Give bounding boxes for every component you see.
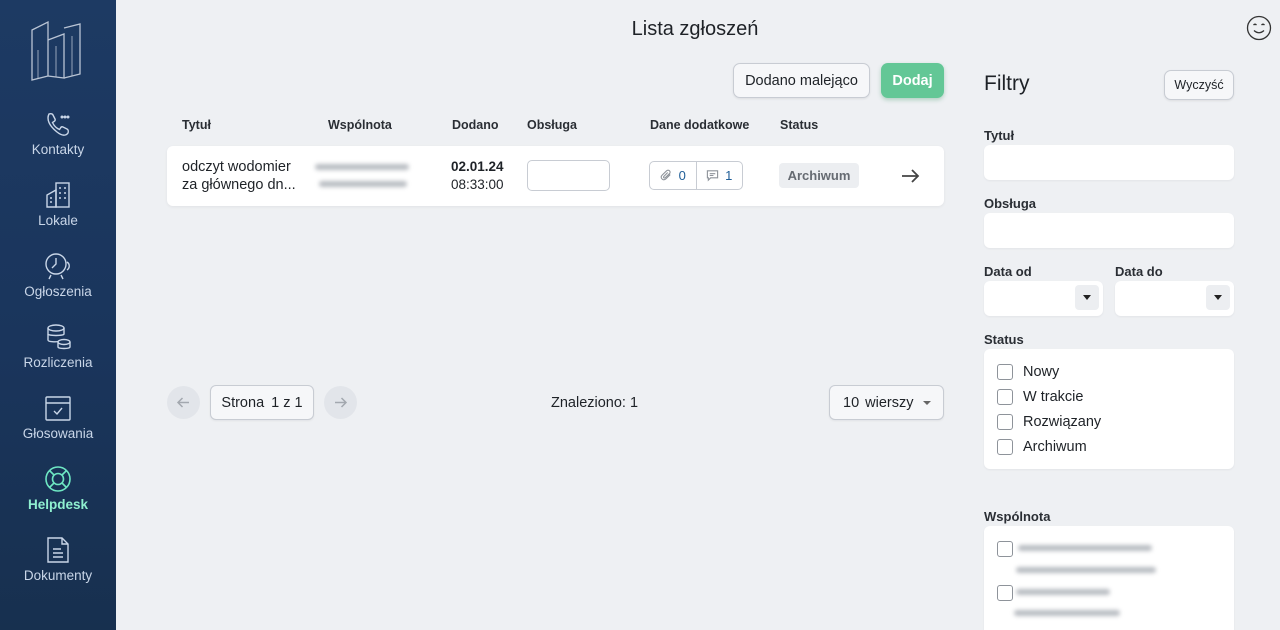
- filter-status-label: Status: [984, 332, 1024, 347]
- community-redacted: [1014, 610, 1120, 616]
- community-redacted: [319, 181, 407, 187]
- lifebuoy-icon: [45, 466, 71, 492]
- status-checkbox-w-trakcie[interactable]: W trakcie: [997, 389, 1083, 405]
- sidebar-item-label: Lokale: [38, 213, 78, 228]
- column-header-added[interactable]: Dodano: [452, 118, 499, 132]
- row-title-line1: odczyt wodomier: [182, 159, 291, 175]
- sort-button[interactable]: Dodano malejąco: [733, 63, 870, 98]
- clear-filters-button[interactable]: Wyczyść: [1164, 70, 1234, 100]
- date-to-dropdown[interactable]: [1206, 285, 1230, 310]
- results-count: Znaleziono: 1: [551, 395, 639, 411]
- sidebar-item-kontakty[interactable]: Kontakty: [0, 109, 116, 171]
- row-title-line2: za głównego dn...: [182, 177, 296, 193]
- chevron-down-icon: [923, 401, 931, 405]
- sidebar-item-label: Dokumenty: [23, 568, 93, 583]
- filter-date-from-input[interactable]: [984, 281, 1103, 316]
- filter-service-input[interactable]: [984, 213, 1234, 248]
- rows-per-page-select[interactable]: 10 wierszy: [829, 385, 944, 420]
- sidebar-item-label: Głosowania: [22, 426, 94, 441]
- comments-count: 1: [725, 168, 733, 183]
- caret-down-icon: [1214, 295, 1222, 300]
- sidebar-item-label: Rozliczenia: [23, 355, 93, 370]
- comments-chip[interactable]: 1: [695, 162, 743, 189]
- sidebar-item-label: Ogłoszenia: [24, 284, 92, 299]
- column-header-community[interactable]: Wspólnota: [328, 118, 392, 132]
- sidebar-item-label: Kontakty: [31, 142, 85, 157]
- filter-title-label: Tytuł: [984, 128, 1015, 143]
- status-option-label: W trakcie: [1023, 389, 1084, 405]
- comment-icon: [706, 170, 719, 182]
- row-date: 02.01.24: [451, 159, 504, 174]
- filter-community-label: Wspólnota: [984, 509, 1051, 524]
- coins-icon: [47, 324, 71, 350]
- next-page-button[interactable]: [324, 386, 357, 419]
- paperclip-icon: [660, 169, 671, 181]
- page-indicator: Strona 1 z 1: [210, 385, 314, 420]
- rows-count: 10: [843, 394, 860, 411]
- column-header-title[interactable]: Tytuł: [182, 118, 211, 132]
- document-icon: [47, 537, 69, 563]
- community-filter-panel: [984, 526, 1234, 630]
- date-from-dropdown[interactable]: [1075, 285, 1099, 310]
- page-word: Strona: [221, 394, 265, 411]
- row-time: 08:33:00: [451, 177, 504, 192]
- rows-word: wierszy: [865, 394, 914, 411]
- status-option-label: Rozwiązany: [1023, 414, 1102, 430]
- community-checkbox[interactable]: [997, 541, 1013, 557]
- filters-title: Filtry: [984, 72, 1030, 95]
- filter-service-label: Obsługa: [984, 196, 1037, 211]
- app-logo-icon: [31, 20, 81, 81]
- status-checkbox-nowy[interactable]: Nowy: [997, 364, 1059, 380]
- service-input[interactable]: [527, 160, 610, 191]
- checkbox[interactable]: [997, 439, 1013, 455]
- column-header-service[interactable]: Obsługa: [527, 118, 577, 132]
- sidebar: Kontakty Lokale Ogłoszenia Rozliczenia G…: [0, 0, 116, 630]
- smile-icon[interactable]: [1246, 15, 1272, 41]
- community-redacted: [315, 164, 409, 170]
- checkbox[interactable]: [997, 389, 1013, 405]
- community-checkbox[interactable]: [997, 585, 1013, 601]
- ballot-icon: [45, 396, 71, 421]
- arrow-right-icon[interactable]: [899, 165, 921, 187]
- sidebar-item-helpdesk[interactable]: Helpdesk: [0, 464, 116, 526]
- arrow-right-icon: [335, 397, 348, 408]
- column-header-extra-data: Dane dodatkowe: [650, 118, 750, 132]
- prev-page-button[interactable]: [167, 386, 200, 419]
- checkbox[interactable]: [997, 414, 1013, 430]
- bell-icon: [45, 253, 70, 280]
- column-header-status[interactable]: Status: [780, 118, 818, 132]
- extra-data-chips: 0 1: [649, 161, 743, 190]
- status-checkbox-archiwum[interactable]: Archiwum: [997, 439, 1087, 455]
- filter-date-to-input[interactable]: [1115, 281, 1234, 316]
- status-filter-panel: Nowy W trakcie Rozwiązany Archiwum: [984, 349, 1234, 469]
- filter-title-input[interactable]: [984, 145, 1234, 180]
- filter-date-to-label: Data do: [1115, 264, 1163, 279]
- sidebar-item-dokumenty[interactable]: Dokumenty: [0, 535, 116, 597]
- status-option-label: Archiwum: [1023, 439, 1087, 455]
- sidebar-item-lokale[interactable]: Lokale: [0, 180, 116, 242]
- sidebar-item-rozliczenia[interactable]: Rozliczenia: [0, 322, 116, 384]
- sidebar-item-label: Helpdesk: [27, 497, 89, 512]
- arrow-left-icon: [176, 397, 189, 408]
- status-checkbox-rozwiazany[interactable]: Rozwiązany: [997, 414, 1101, 430]
- page-title: Lista zgłoszeń: [631, 18, 759, 40]
- checkbox[interactable]: [997, 364, 1013, 380]
- add-button[interactable]: Dodaj: [881, 63, 944, 98]
- building-icon: [46, 182, 70, 208]
- community-redacted: [1016, 589, 1110, 595]
- table-row[interactable]: odczyt wodomier za głównego dn... 02.01.…: [167, 146, 944, 206]
- sidebar-item-glosowania[interactable]: Głosowania: [0, 393, 116, 455]
- filter-date-from-label: Data od: [984, 264, 1032, 279]
- caret-down-icon: [1083, 295, 1091, 300]
- sidebar-item-ogloszenia[interactable]: Ogłoszenia: [0, 251, 116, 313]
- status-option-label: Nowy: [1023, 364, 1060, 380]
- phone-icon: [47, 113, 70, 136]
- status-badge: Archiwum: [779, 163, 859, 188]
- community-redacted: [1018, 545, 1152, 551]
- page-info: 1 z 1: [271, 394, 303, 411]
- community-redacted: [1016, 567, 1156, 573]
- attachments-count: 0: [678, 168, 686, 183]
- attachments-chip[interactable]: 0: [650, 162, 696, 189]
